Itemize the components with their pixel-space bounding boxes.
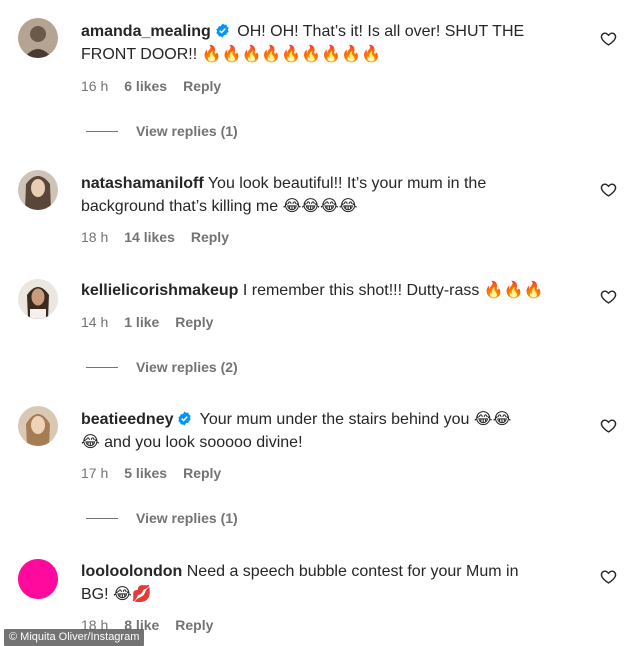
comment-username[interactable]: beatieedney [81, 411, 173, 428]
avatar[interactable] [18, 559, 58, 599]
verified-badge-icon [215, 23, 230, 38]
laughing-kiss-emoji-icon: 😂💋 [113, 584, 152, 603]
like-heart-icon[interactable] [600, 288, 617, 305]
comment-username[interactable]: looloolondon [81, 563, 182, 580]
laughing-emoji-icon: 😂😂 [473, 409, 512, 428]
avatar-photo-icon [18, 170, 58, 210]
reply-button[interactable]: Reply [175, 313, 213, 331]
comment-username[interactable]: amanda_mealing [81, 23, 211, 40]
comment-body-line1: Your mum under the stairs behind you [199, 411, 470, 428]
avatar[interactable] [18, 18, 58, 58]
view-replies-label: View replies (1) [136, 510, 238, 526]
comment-time: 16 h [81, 78, 109, 94]
laughing-emoji-icon: 😂 [81, 432, 100, 451]
laughing-emoji-icon: 😂😂😂😂 [282, 196, 358, 215]
view-replies-button[interactable]: View replies (2) [86, 358, 238, 376]
comment-body-line2: BG! [81, 586, 109, 603]
reply-button[interactable]: Reply [191, 228, 229, 246]
view-replies-label: View replies (1) [136, 123, 238, 139]
comment-body-line2: and you look sooooo divine! [104, 434, 303, 451]
avatar-photo-icon [18, 279, 58, 319]
avatar-pink-circle-icon [18, 559, 58, 599]
comment-meta: 16 h 6 likes Reply [81, 77, 221, 95]
comment-meta: 14 h 1 like Reply [81, 313, 213, 331]
comment-username[interactable]: natashamaniloff [81, 175, 204, 192]
avatar-photo-icon [18, 18, 58, 58]
comment-body-line2: background that’s killing me [81, 198, 279, 215]
avatar[interactable] [18, 279, 58, 319]
comment-text: amanda_mealing OH! OH! That’s it! Is all… [81, 20, 581, 66]
avatar[interactable] [18, 170, 58, 210]
comment-meta: 18 h 14 likes Reply [81, 228, 229, 246]
view-replies-label: View replies (2) [136, 359, 238, 375]
comment-likes[interactable]: 14 likes [124, 228, 175, 246]
comment-time: 18 h [81, 229, 109, 245]
verified-badge-icon [177, 411, 192, 426]
view-replies-button[interactable]: View replies (1) [86, 122, 238, 140]
reply-button[interactable]: Reply [183, 464, 221, 482]
comment-text: kellielicorishmakeup I remember this sho… [81, 279, 581, 302]
comment-text: natashamaniloff You look beautiful!! It’… [81, 172, 581, 218]
comment-time: 17 h [81, 465, 109, 481]
comment-likes[interactable]: 1 like [124, 313, 159, 331]
like-heart-icon[interactable] [600, 568, 617, 585]
reply-button[interactable]: Reply [175, 616, 213, 634]
divider-line [86, 366, 118, 368]
comment-text: looloolondon Need a speech bubble contes… [81, 560, 581, 606]
avatar-photo-icon [18, 406, 58, 446]
fire-emoji-icon: 🔥🔥🔥 [483, 280, 544, 299]
view-replies-button[interactable]: View replies (1) [86, 509, 238, 527]
comment-body-line1: I remember this shot!!! Dutty-rass [242, 282, 480, 299]
comment-body-line1: OH! OH! That’s it! Is all over! SHUT THE [237, 23, 525, 40]
divider-line [86, 517, 118, 519]
comment-time: 14 h [81, 314, 109, 330]
photo-credit: © Miquita Oliver/Instagram [4, 629, 145, 646]
comment-likes[interactable]: 6 likes [124, 77, 167, 95]
comment-meta: 17 h 5 likes Reply [81, 464, 221, 482]
like-heart-icon[interactable] [600, 30, 617, 47]
comment-likes[interactable]: 5 likes [124, 464, 167, 482]
comment-username[interactable]: kellielicorishmakeup [81, 282, 238, 299]
like-heart-icon[interactable] [600, 417, 617, 434]
comment-body-line1: You look beautiful!! It’s your mum in th… [207, 175, 487, 192]
comment-body-line1: Need a speech bubble contest for your Mu… [186, 563, 519, 580]
divider-line [86, 130, 118, 132]
like-heart-icon[interactable] [600, 181, 617, 198]
fire-emoji-icon: 🔥🔥🔥🔥🔥🔥🔥🔥🔥 [201, 44, 381, 63]
comment-text: beatieedney Your mum under the stairs be… [81, 408, 581, 454]
reply-button[interactable]: Reply [183, 77, 221, 95]
avatar[interactable] [18, 406, 58, 446]
comment-body-line2: FRONT DOOR!! [81, 46, 198, 63]
